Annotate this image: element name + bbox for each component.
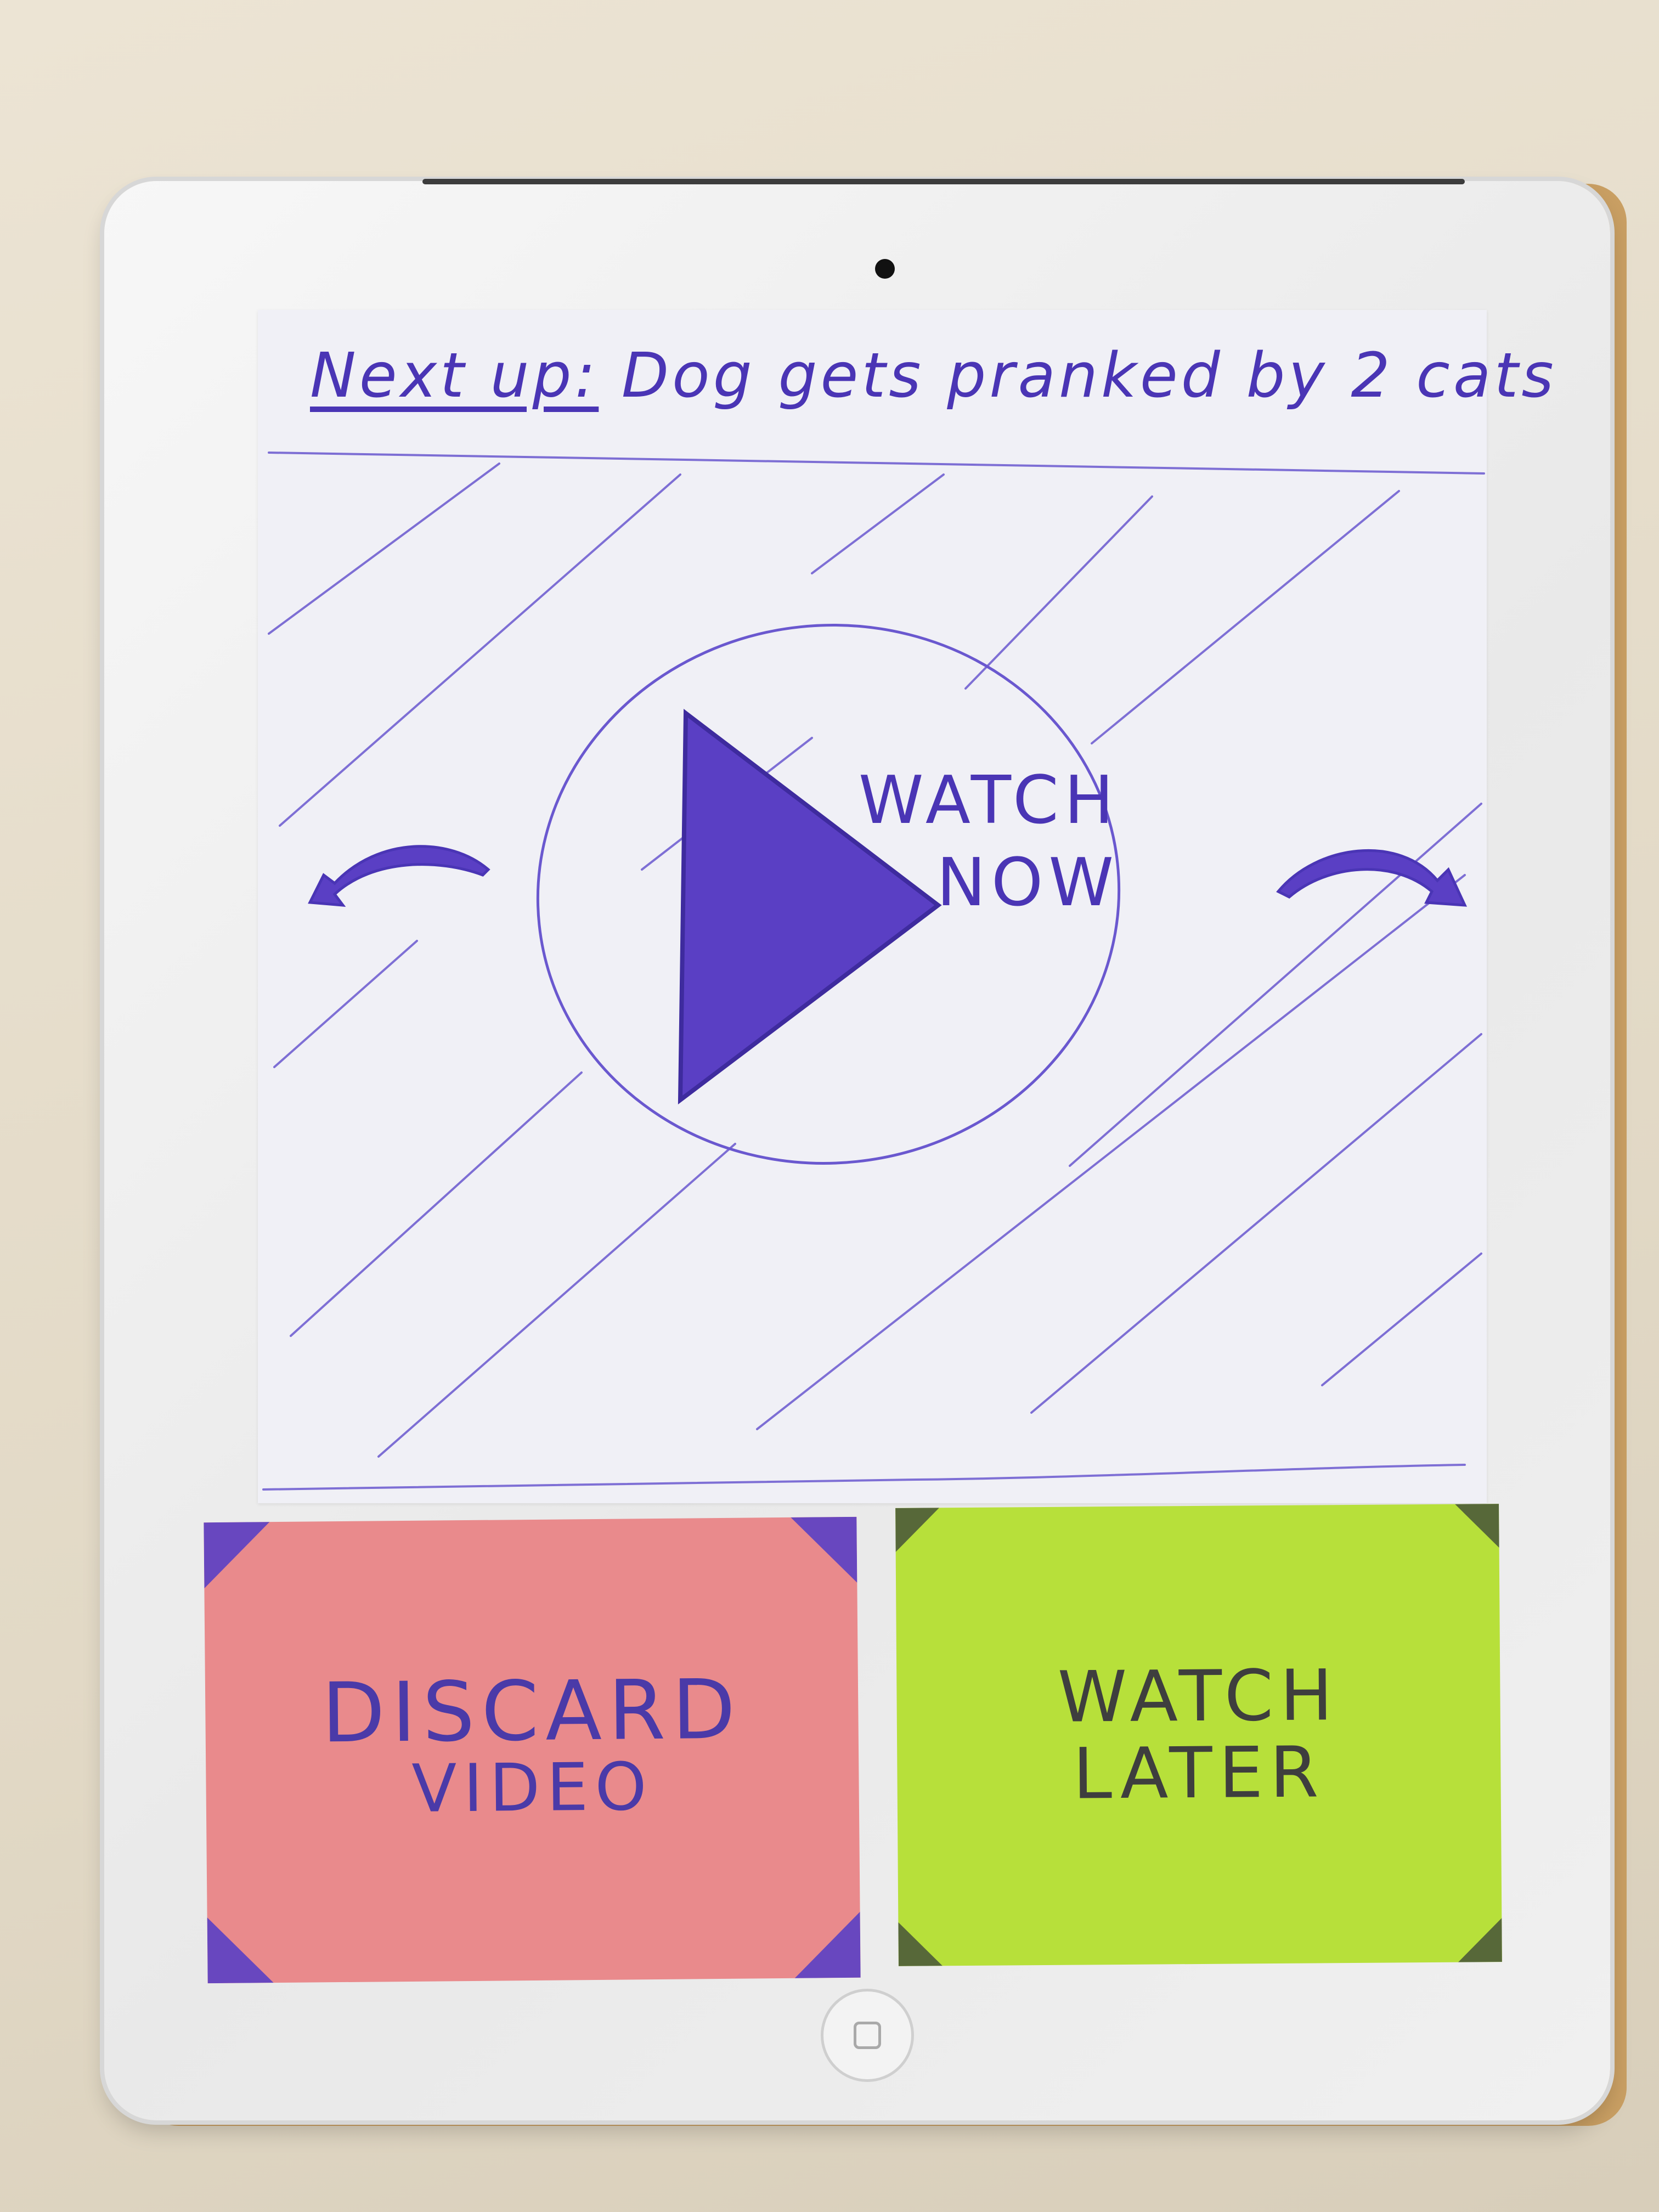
front-camera <box>875 259 895 279</box>
next-video-title: Dog gets pranked by 2 cats <box>621 340 1557 411</box>
next-up-label: Next up: <box>310 340 599 411</box>
curved-arrow-left-icon[interactable] <box>308 845 490 907</box>
tablet-top-edge <box>422 179 1465 184</box>
watch-now-caption[interactable]: WATCH NOW <box>812 760 1119 924</box>
home-square-icon <box>854 2022 881 2049</box>
later-line2: LATER <box>1073 1731 1325 1815</box>
watch-later-button[interactable]: WATCH LATER <box>895 1504 1502 1966</box>
later-line1: WATCH <box>1057 1654 1340 1739</box>
watch-now-line1: WATCH <box>858 763 1119 839</box>
discard-video-button[interactable]: DISCARD VIDEO <box>204 1516 861 1984</box>
watch-now-line2: NOW <box>936 845 1119 921</box>
home-button[interactable] <box>821 1989 914 2082</box>
discard-line1: DISCARD <box>321 1662 743 1762</box>
next-up-header: Next up: Dog gets pranked by 2 cats <box>310 340 1554 411</box>
curved-arrow-right-icon[interactable] <box>1276 849 1468 907</box>
